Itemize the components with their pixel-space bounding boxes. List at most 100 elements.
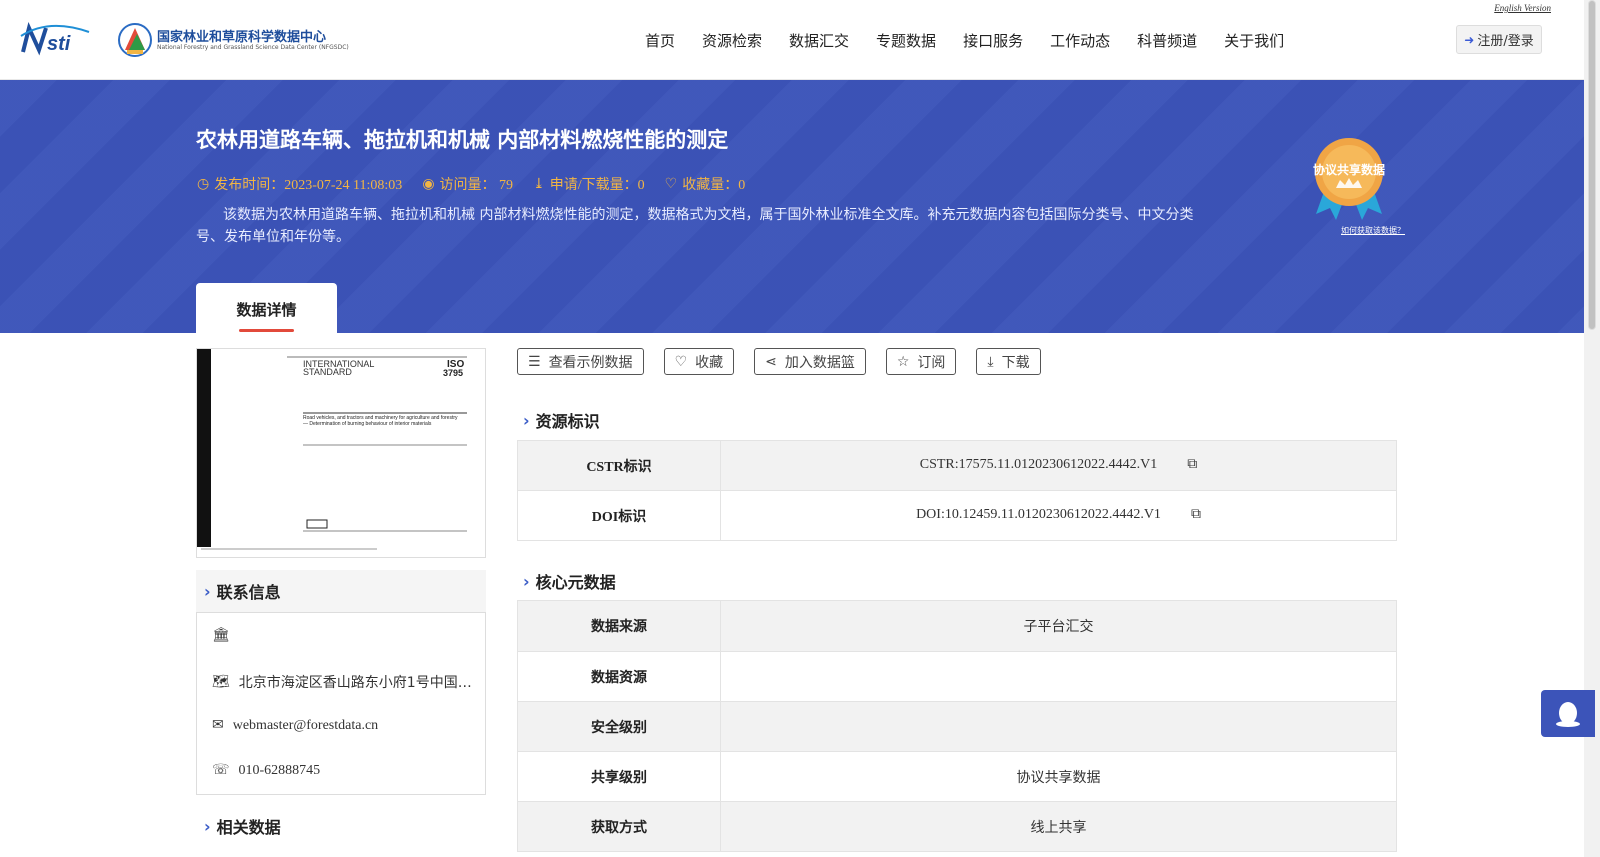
meta-value: 子平台汇交 [720, 600, 1397, 652]
nsti-logo[interactable]: sti [19, 22, 97, 56]
copy-icon[interactable]: ⧉ [1191, 507, 1201, 523]
add-to-basket-label: 加入数据篮 [784, 354, 855, 371]
bank-icon: 🏛 [212, 627, 230, 643]
how-to-get-data-link[interactable]: 如何获取该数据？ [1341, 225, 1405, 236]
chat-penguin-icon [1556, 701, 1580, 727]
sign-in-icon: ➜ [1464, 32, 1475, 47]
shared-data-badge-icon: 协议共享数据 [1313, 138, 1385, 220]
related-heading: › 相关数据 [196, 805, 486, 847]
nav-topic-data[interactable]: 专题数据 [876, 30, 936, 51]
scrollbar-thumb[interactable] [1588, 0, 1596, 330]
contact-card: 🏛 🗺 北京市海淀区香山路东小府1号中国林业科学研究院 ✉ webmaster@fo… [196, 612, 486, 795]
chevron-right-icon: › [523, 410, 530, 430]
table-row: 数据资源 [517, 651, 1397, 702]
publish-time: ◷ 发布时间：2023-07-24 11:08:03 [197, 174, 402, 194]
subscribe-button[interactable]: ☆ 订阅 [885, 348, 957, 375]
download-icon: ⤓ [987, 353, 994, 370]
phone-row: ☏ 010-62888745 [212, 762, 320, 779]
table-row: 共享级别 协议共享数据 [517, 751, 1397, 802]
email-row: ✉ webmaster@forestdata.cn [212, 717, 378, 734]
phone-text: 010-62888745 [238, 762, 321, 778]
top-navbar: sti 国家林业和草原科学数据中心 National Forestry and … [0, 0, 1584, 80]
map-icon: 🗺 [212, 674, 230, 690]
doi-value: DOI:10.12459.11.0120230612022.4442.V1 [916, 507, 1161, 523]
envelope-icon: ✉ [212, 718, 224, 733]
table-row: 获取方式 线上共享 [517, 801, 1397, 852]
dataset-title: 农林用道路车辆、拖拉机和机械 内部材料燃烧性能的测定 [196, 128, 729, 152]
favorite-count-text: 收藏量：0 [682, 178, 746, 193]
meta-key: 数据来源 [517, 600, 721, 652]
chevron-right-icon: › [204, 816, 211, 836]
download-count: ⤓ 申请/下载量：0 [533, 174, 645, 194]
nfgsdc-name-en: National Forestry and Grassland Science … [157, 44, 349, 51]
chevron-right-icon: › [204, 581, 211, 601]
add-to-basket-button[interactable]: ⋖ 加入数据篮 [754, 348, 866, 375]
nfgsdc-name-cn: 国家林业和草原科学数据中心 [157, 30, 327, 45]
meta-key: 安全级别 [517, 701, 721, 752]
dataset-meta: ◷ 发布时间：2023-07-24 11:08:03 ◉ 访问量： 79 ⤓ 申请/下… [197, 174, 765, 194]
heart-icon: ♡ [664, 176, 678, 192]
doi-cell: DOI:10.12459.11.0120230612022.4442.V1 ⧉ [720, 490, 1397, 541]
favorite-label: 收藏 [695, 354, 724, 371]
tab-active-underline [239, 329, 294, 332]
contact-heading: › 联系信息 [196, 570, 486, 612]
thumb-line2: STANDARD [303, 367, 352, 377]
nfgsdc-emblem-icon [118, 23, 152, 57]
nfgsdc-logo[interactable]: 国家林业和草原科学数据中心 National Forestry and Gras… [117, 20, 349, 60]
nav-data-submission[interactable]: 数据汇交 [789, 30, 849, 51]
meta-key: 获取方式 [517, 801, 721, 852]
main-nav: 首页 资源检索 数据汇交 专题数据 接口服务 工作动态 科普频道 关于我们 [645, 30, 1311, 51]
database-icon: ☰ [528, 353, 541, 370]
publish-time-text: 发布时间：2023-07-24 11:08:03 [214, 178, 403, 193]
meta-key: 共享级别 [517, 751, 721, 802]
table-row: CSTR标识 CSTR:17575.11.0120230612022.4442.… [517, 440, 1397, 491]
nav-science[interactable]: 科普频道 [1137, 30, 1197, 51]
doi-key: DOI标识 [517, 490, 721, 541]
copy-icon[interactable]: ⧉ [1187, 457, 1197, 473]
download-icon: ⤓ [533, 176, 545, 192]
english-version-link[interactable]: English Version [1494, 3, 1551, 13]
customer-service-button[interactable] [1541, 690, 1595, 737]
tab-data-detail[interactable]: 数据详情 [196, 283, 337, 333]
login-button[interactable]: ➜ 注册/登录 [1456, 25, 1542, 54]
email-text[interactable]: webmaster@forestdata.cn [233, 718, 378, 734]
document-thumbnail[interactable]: INTERNATIONAL STANDARD ISO 3795 Road veh… [196, 348, 486, 558]
meta-value: 协议共享数据 [720, 751, 1397, 802]
thumb-doc-title: Road vehicles, and tractors and machiner… [303, 415, 458, 427]
resource-id-heading: › 资源标识 [520, 408, 600, 432]
cstr-key: CSTR标识 [517, 440, 721, 491]
phone-icon: ☏ [212, 763, 230, 778]
contact-heading-label: 联系信息 [216, 583, 281, 602]
related-heading-label: 相关数据 [216, 818, 281, 837]
institution-row: 🏛 [212, 627, 230, 643]
meta-value: 线上共享 [720, 801, 1397, 852]
table-row: DOI标识 DOI:10.12459.11.0120230612022.4442… [517, 490, 1397, 541]
nav-home[interactable]: 首页 [645, 30, 675, 51]
badge-label: 协议共享数据 [1313, 162, 1385, 177]
favorite-button[interactable]: ♡ 收藏 [663, 348, 735, 375]
chevron-right-icon: › [523, 571, 530, 591]
resource-id-table: CSTR标识 CSTR:17575.11.0120230612022.4442.… [517, 440, 1397, 541]
eye-icon: ◉ [422, 176, 435, 192]
nav-api-service[interactable]: 接口服务 [963, 30, 1023, 51]
address-row: 🗺 北京市海淀区香山路东小府1号中国林业科学研究院 [212, 672, 474, 692]
download-label: 下载 [1001, 354, 1030, 371]
nav-news[interactable]: 工作动态 [1050, 30, 1110, 51]
subscribe-label: 订阅 [917, 354, 946, 371]
favorite-count: ♡ 收藏量：0 [665, 174, 746, 194]
cstr-cell: CSTR:17575.11.0120230612022.4442.V1 ⧉ [720, 440, 1397, 491]
table-row: 安全级别 [517, 701, 1397, 752]
visit-count: ◉ 访问量： 79 [422, 174, 513, 194]
heart-icon: ♡ [674, 353, 688, 370]
nav-about[interactable]: 关于我们 [1224, 30, 1284, 51]
login-label: 注册/登录 [1477, 34, 1534, 49]
core-meta-heading: › 核心元数据 [520, 569, 616, 593]
core-meta-heading-label: 核心元数据 [535, 573, 616, 592]
visit-count-text: 访问量： 79 [439, 178, 514, 193]
view-sample-button[interactable]: ☰ 查看示例数据 [517, 348, 644, 375]
meta-value [720, 651, 1397, 702]
download-button[interactable]: ⤓ 下载 [976, 348, 1041, 375]
download-count-text: 申请/下载量：0 [549, 178, 645, 193]
thumb-number: 3795 [443, 368, 463, 378]
nav-resource-search[interactable]: 资源检索 [702, 30, 762, 51]
